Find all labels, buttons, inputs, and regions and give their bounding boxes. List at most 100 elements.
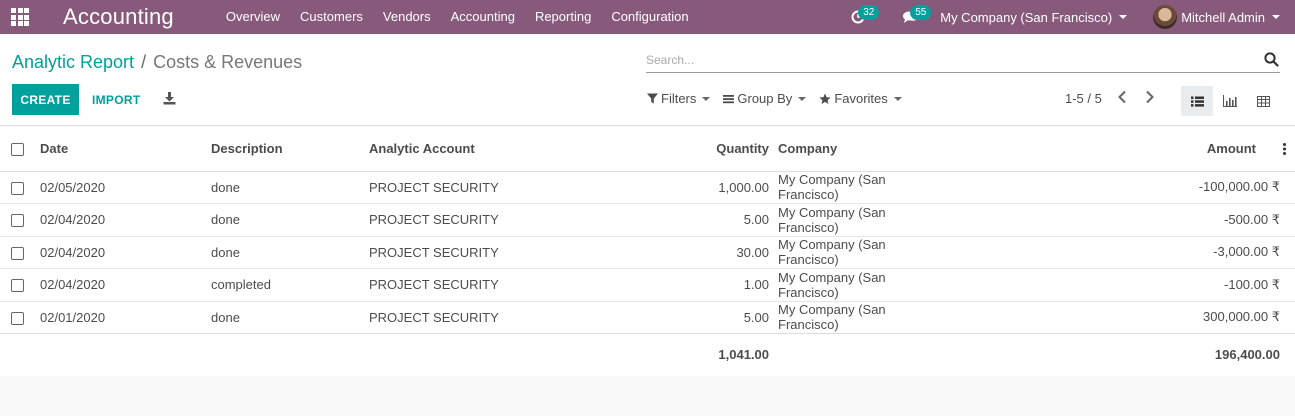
total-quantity: 1,041.00 — [602, 333, 776, 375]
chevron-down-icon — [1272, 15, 1280, 19]
company-name: My Company (San Francisco) — [940, 9, 1113, 25]
menu-overview[interactable]: Overview — [216, 0, 290, 34]
cell-amount: -100.00 ₹ — [941, 268, 1295, 301]
create-button[interactable]: CREATE — [12, 84, 79, 115]
column-company[interactable]: Company — [776, 127, 941, 172]
table-icon — [1256, 95, 1270, 107]
top-navbar: Accounting Overview Customers Vendors Ac… — [0, 0, 1295, 34]
chevron-down-icon — [798, 96, 807, 101]
cell-date: 02/04/2020 — [40, 203, 211, 236]
cell-date: 02/05/2020 — [40, 179, 106, 195]
app-name: Accounting — [63, 4, 174, 29]
cell-date: 02/04/2020 — [40, 235, 211, 269]
column-analytic-account[interactable]: Analytic Account — [369, 127, 602, 172]
bar-chart-icon — [1223, 95, 1237, 107]
cell-description: done — [211, 235, 369, 269]
row-checkbox[interactable] — [11, 246, 24, 260]
analytic-lines-table: Date Description Analytic Account Quanti… — [0, 127, 1295, 375]
chevron-down-icon — [702, 96, 711, 101]
systray: 32 55 My Company (San Francisco) Mitchel… — [840, 0, 1295, 34]
filters-label: Filters — [661, 91, 697, 106]
row-checkbox[interactable] — [11, 279, 24, 293]
pivot-view-button[interactable] — [1247, 86, 1279, 116]
cell-description: done — [211, 179, 240, 195]
cell-analytic-account: PROJECT SECURITY — [369, 268, 602, 301]
star-icon — [819, 93, 831, 104]
breadcrumb-separator: / — [141, 52, 147, 72]
search-options: Filters Group By Favorites — [647, 91, 915, 106]
cell-amount: 300,000.00 ₹ — [941, 300, 1295, 334]
column-amount[interactable]: Amount — [941, 127, 1270, 172]
chevron-right-icon[interactable] — [1145, 90, 1155, 104]
cell-quantity: 1,000.00 — [718, 179, 769, 195]
table-row[interactable]: 02/05/2020 done PROJECT SECURITY 1,000.0… — [0, 171, 1295, 204]
row-checkbox[interactable] — [11, 311, 24, 325]
cell-amount: -3,000.00 ₹ — [941, 235, 1295, 269]
cell-description: completed — [211, 268, 369, 301]
chevron-down-icon — [1119, 15, 1128, 19]
search-icon[interactable] — [1264, 52, 1279, 67]
column-options-icon[interactable] — [1283, 143, 1286, 155]
graph-view-button[interactable] — [1214, 86, 1246, 116]
table-row[interactable]: 02/04/2020 completed PROJECT SECURITY 1.… — [0, 268, 1295, 301]
table-header-row: Date Description Analytic Account Quanti… — [0, 127, 1295, 172]
cell-description: done — [211, 300, 369, 334]
column-description[interactable]: Description — [211, 127, 369, 172]
breadcrumb: Analytic Report / Costs & Revenues — [12, 52, 302, 73]
table-row[interactable]: 02/04/2020 done PROJECT SECURITY 5.00 My… — [0, 203, 1295, 236]
activity-button[interactable]: 32 — [840, 0, 880, 34]
favorites-dropdown[interactable]: Favorites — [819, 91, 902, 106]
filters-dropdown[interactable]: Filters — [647, 91, 711, 106]
list-icon — [723, 94, 735, 103]
cell-date: 02/04/2020 — [40, 268, 211, 301]
column-date[interactable]: Date — [40, 127, 211, 172]
breadcrumb-analytic-report[interactable]: Analytic Report — [12, 52, 134, 73]
cell-quantity: 5.00 — [602, 300, 776, 334]
cell-company: My Company (San Francisco) — [776, 203, 941, 236]
main-menu: Overview Customers Vendors Accounting Re… — [216, 0, 699, 34]
cell-analytic-account: PROJECT SECURITY — [369, 203, 602, 236]
breadcrumb-current: Costs & Revenues — [153, 52, 303, 72]
download-icon[interactable] — [163, 92, 176, 105]
user-menu[interactable]: Mitchell Admin — [1153, 5, 1280, 29]
cell-company: My Company (San Francisco) — [778, 172, 886, 203]
chevron-left-icon[interactable] — [1117, 90, 1127, 104]
company-switcher[interactable]: My Company (San Francisco) — [940, 9, 1128, 25]
cell-quantity: 1.00 — [602, 268, 776, 301]
select-all-checkbox[interactable] — [11, 143, 24, 157]
group-by-dropdown[interactable]: Group By — [723, 91, 807, 106]
table-totals-row: 1,041.00 196,400.00 — [0, 333, 1295, 375]
row-checkbox[interactable] — [11, 181, 24, 195]
apps-menu-icon[interactable] — [0, 0, 40, 34]
search-input[interactable] — [646, 49, 1246, 67]
user-name: Mitchell Admin — [1181, 9, 1265, 25]
filter-icon — [647, 93, 658, 104]
column-quantity[interactable]: Quantity — [602, 127, 776, 172]
avatar — [1153, 5, 1178, 29]
cell-company: My Company (San Francisco) — [776, 268, 941, 301]
cell-analytic-account: PROJECT SECURITY — [369, 179, 499, 195]
control-panel: Analytic Report / Costs & Revenues CREAT… — [0, 34, 1295, 126]
import-button[interactable]: IMPORT — [92, 84, 140, 115]
list-view-button[interactable] — [1181, 86, 1213, 116]
activity-count-badge: 32 — [858, 5, 880, 20]
row-checkbox[interactable] — [11, 214, 24, 228]
menu-configuration[interactable]: Configuration — [601, 0, 698, 34]
menu-accounting[interactable]: Accounting — [441, 0, 525, 34]
cell-amount: -500.00 ₹ — [941, 203, 1295, 236]
menu-customers[interactable]: Customers — [290, 0, 373, 34]
cell-description: done — [211, 203, 369, 236]
table-row[interactable]: 02/01/2020 done PROJECT SECURITY 5.00 My… — [0, 300, 1295, 334]
cell-quantity: 30.00 — [602, 235, 776, 269]
list-view: Date Description Analytic Account Quanti… — [0, 127, 1295, 376]
cell-analytic-account: PROJECT SECURITY — [369, 300, 602, 334]
menu-vendors[interactable]: Vendors — [373, 0, 441, 34]
table-row[interactable]: 02/04/2020 done PROJECT SECURITY 30.00 M… — [0, 235, 1295, 269]
cell-analytic-account: PROJECT SECURITY — [369, 235, 602, 269]
chevron-down-icon — [893, 96, 902, 101]
menu-reporting[interactable]: Reporting — [525, 0, 601, 34]
pager-value[interactable]: 1-5 / 5 — [1065, 91, 1102, 106]
cell-amount: -100,000.00 ₹ — [1198, 179, 1280, 195]
messages-button[interactable]: 55 — [892, 0, 932, 34]
cell-company: My Company (San Francisco) — [776, 300, 941, 334]
